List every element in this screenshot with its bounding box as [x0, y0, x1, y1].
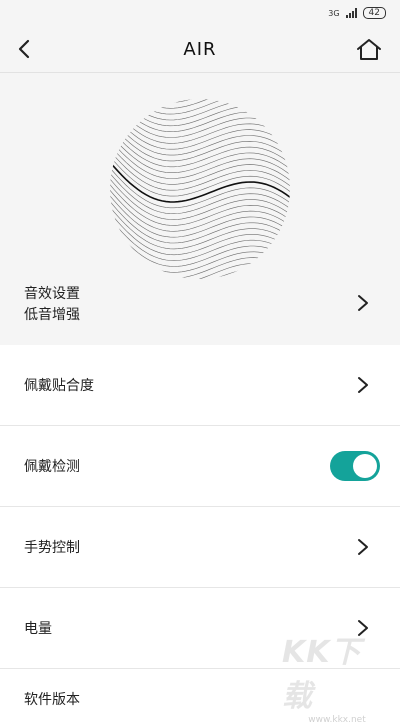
watermark-logo: KK下载 www.kkx.net [282, 635, 392, 725]
network-type: 3G [328, 8, 340, 18]
status-bar: 3G 42 [0, 0, 400, 26]
wave-line [110, 275, 290, 279]
list-item-label: 佩戴检测 [24, 459, 80, 475]
wave-line [110, 269, 290, 279]
wave-line [110, 219, 290, 279]
list-item-gesture[interactable]: 手势控制 [0, 507, 400, 588]
wave-line [110, 169, 290, 230]
wave-line [110, 99, 290, 119]
wave-line [110, 214, 290, 275]
watermark-url: www.kkx.net [308, 715, 366, 725]
sound-wave-sphere-icon [110, 99, 290, 279]
page-title: AIR [183, 39, 217, 60]
status-indicators: 3G 42 [328, 7, 386, 19]
toggle-knob [353, 454, 377, 478]
app-header: AIR [0, 26, 400, 73]
wave-line [110, 241, 290, 279]
watermark-brand: KK下载 [282, 635, 362, 714]
signal-icon [345, 8, 357, 18]
list-item-label: 手势控制 [24, 540, 80, 556]
wave-line [110, 99, 290, 146]
wave-line [110, 99, 290, 158]
wave-line [110, 99, 290, 102]
sound-setting-value: 低音增强 [24, 307, 80, 323]
chevron-right-icon[interactable] [356, 293, 370, 313]
wave-line [110, 164, 290, 225]
home-icon[interactable] [356, 37, 382, 63]
sound-setting-title: 音效设置 [24, 286, 80, 302]
chevron-right-icon[interactable] [356, 537, 370, 557]
wave-line [110, 258, 290, 279]
wear-detection-toggle[interactable] [330, 451, 380, 481]
list-item-label: 电量 [24, 621, 52, 637]
wave-line [110, 147, 290, 208]
wave-line [110, 99, 290, 135]
chevron-right-icon[interactable] [356, 375, 370, 395]
wave-line [110, 230, 290, 279]
wave-line [110, 142, 290, 202]
battery-indicator: 42 [362, 7, 386, 19]
sound-settings-card[interactable]: 音效设置 低音增强 [0, 73, 400, 345]
wave-line [110, 99, 290, 113]
wave-line [110, 208, 290, 270]
list-item-label: 软件版本 [24, 692, 80, 708]
wave-line [110, 247, 290, 279]
list-item-fit[interactable]: 佩戴贴合度 [0, 345, 400, 426]
wave-line [110, 153, 290, 214]
list-item-label: 佩戴贴合度 [24, 378, 94, 394]
wave-line [110, 99, 290, 141]
list-item-wear-detection[interactable]: 佩戴检测 [0, 426, 400, 507]
